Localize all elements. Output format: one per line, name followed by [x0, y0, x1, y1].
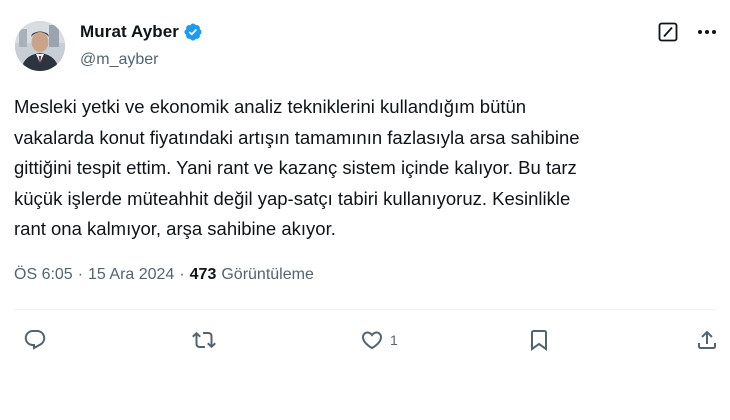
reply-icon — [24, 330, 46, 350]
tweet-card: Murat Ayber @m_ayber Mesleki yetki ve ek — [0, 0, 730, 420]
profile-photo — [15, 21, 65, 71]
post-meta: ÖS 6:05 · 15 Ara 2024 · 473 Görüntüleme — [14, 266, 314, 284]
more-options-icon[interactable] — [696, 22, 718, 42]
views-count: 473 — [189, 266, 217, 283]
meta-separator: · — [77, 266, 84, 283]
author-display-name[interactable]: Murat Ayber — [80, 22, 179, 42]
post-text: Mesleki yetki ve ekonomik analiz teknikl… — [14, 96, 580, 239]
like-button[interactable]: 1 — [360, 328, 398, 352]
meta-separator: · — [179, 266, 185, 283]
post-date[interactable]: 15 Ara 2024 — [88, 266, 174, 284]
views-label: Görüntüleme — [221, 266, 314, 283]
like-count: 1 — [390, 332, 398, 348]
action-bar: 1 — [0, 328, 730, 358]
top-actions — [658, 22, 718, 42]
reply-button[interactable] — [23, 328, 53, 352]
repost-button[interactable] — [192, 328, 222, 352]
post-time[interactable]: ÖS 6:05 — [14, 266, 73, 284]
heart-icon — [361, 331, 383, 350]
share-icon — [698, 330, 716, 349]
author-name-row: Murat Ayber — [80, 22, 203, 42]
bookmark-icon — [531, 330, 547, 351]
repost-icon — [192, 331, 216, 349]
avatar[interactable] — [15, 21, 65, 71]
verified-badge-icon — [183, 22, 203, 42]
bookmark-button[interactable] — [527, 328, 557, 352]
grok-icon[interactable] — [658, 22, 678, 42]
author-handle[interactable]: @m_ayber — [80, 51, 159, 69]
share-button[interactable] — [695, 328, 725, 352]
divider — [14, 309, 716, 310]
